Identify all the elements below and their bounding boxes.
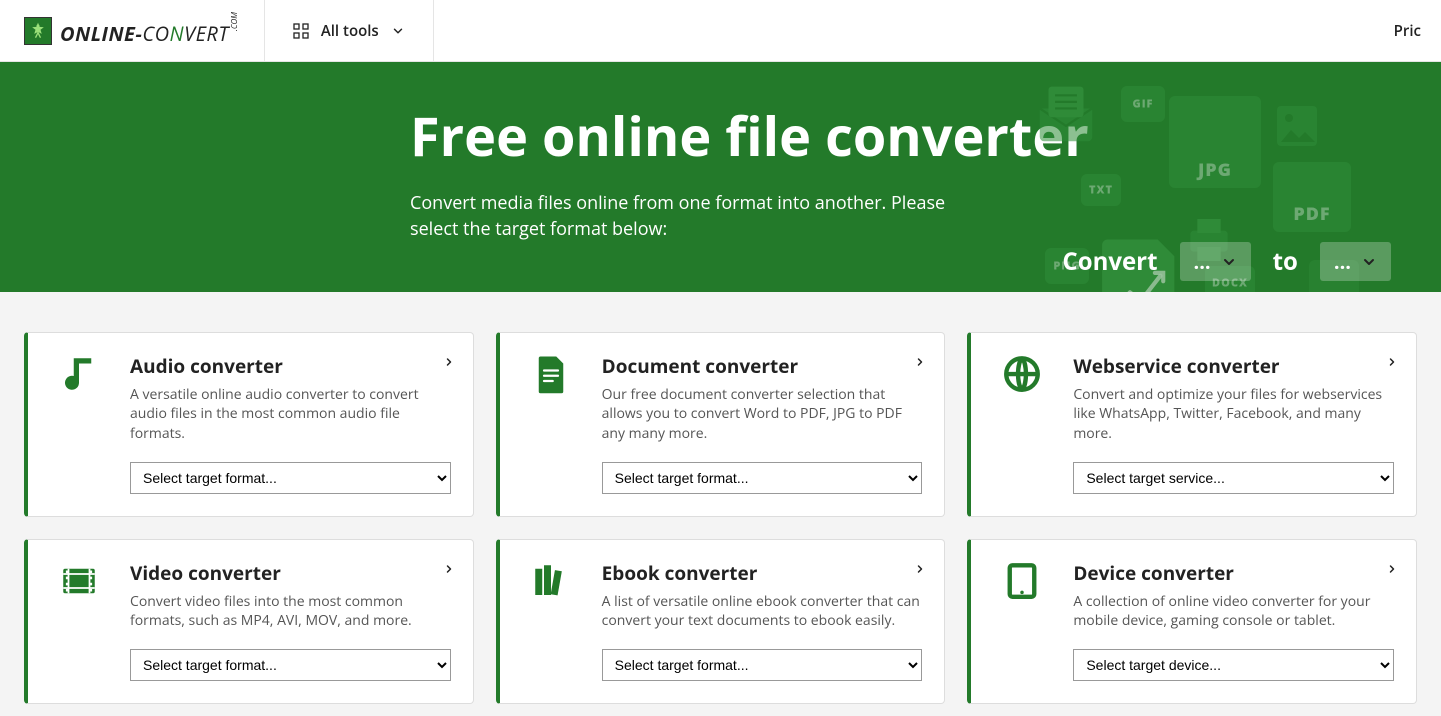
tablet-icon xyxy=(993,560,1051,681)
chevron-right-icon xyxy=(1386,351,1398,373)
pricing-link[interactable]: Pric xyxy=(1394,21,1441,41)
card-select[interactable]: Select target format... xyxy=(130,462,451,494)
card-webservice[interactable]: Webservice converter Convert and optimiz… xyxy=(967,332,1417,517)
card-title: Ebook converter xyxy=(602,560,923,586)
document-icon xyxy=(522,353,580,494)
card-desc: A list of versatile online ebook convert… xyxy=(602,592,923,631)
card-document[interactable]: Document converter Our free document con… xyxy=(496,332,946,517)
logo[interactable]: ONLINE-CONVERT.COM xyxy=(0,0,264,61)
card-select[interactable]: Select target format... xyxy=(130,649,451,681)
logo-text: ONLINE-CONVERT.COM xyxy=(60,14,240,47)
card-audio[interactable]: Audio converter A versatile online audio… xyxy=(24,332,474,517)
card-desc: Convert video files into the most common… xyxy=(130,592,451,631)
chevron-down-icon xyxy=(391,24,405,38)
card-desc: Our free document converter selection th… xyxy=(602,385,923,444)
card-ebook[interactable]: Ebook converter A list of versatile onli… xyxy=(496,539,946,704)
card-device[interactable]: Device converter A collection of online … xyxy=(967,539,1417,704)
card-video[interactable]: Video converter Convert video files into… xyxy=(24,539,474,704)
hero: GIF JPG PDF TXT PNG DOCX Free online fil… xyxy=(0,62,1441,292)
convert-to-select[interactable]: ... xyxy=(1320,242,1391,281)
card-title: Device converter xyxy=(1073,560,1394,586)
top-bar: ONLINE-CONVERT.COM All tools Pric xyxy=(0,0,1441,62)
grid-icon xyxy=(293,23,309,39)
card-select[interactable]: Select target service... xyxy=(1073,462,1394,494)
chevron-down-icon xyxy=(1361,254,1377,270)
chevron-right-icon xyxy=(443,558,455,580)
chevron-down-icon xyxy=(1221,254,1237,270)
card-title: Audio converter xyxy=(130,353,451,379)
card-title: Document converter xyxy=(602,353,923,379)
convert-row: Convert ... to ... xyxy=(1062,242,1391,281)
chevron-right-icon xyxy=(914,558,926,580)
logo-mark-icon xyxy=(24,17,52,45)
convert-from-select[interactable]: ... xyxy=(1180,242,1251,281)
hero-title: Free online file converter xyxy=(410,106,1410,165)
chevron-right-icon xyxy=(1386,558,1398,580)
card-title: Video converter xyxy=(130,560,451,586)
books-icon xyxy=(522,560,580,681)
globe-icon xyxy=(993,353,1051,494)
chevron-right-icon xyxy=(914,351,926,373)
card-select[interactable]: Select target format... xyxy=(602,462,923,494)
card-desc: A versatile online audio converter to co… xyxy=(130,385,451,444)
all-tools-menu[interactable]: All tools xyxy=(264,0,434,61)
card-grid: Audio converter A versatile online audio… xyxy=(0,292,1441,704)
to-label: to xyxy=(1273,245,1298,278)
card-title: Webservice converter xyxy=(1073,353,1394,379)
music-icon xyxy=(50,353,108,494)
hero-subtitle: Convert media files online from one form… xyxy=(410,191,950,241)
convert-label: Convert xyxy=(1062,245,1157,278)
card-select[interactable]: Select target device... xyxy=(1073,649,1394,681)
card-desc: A collection of online video converter f… xyxy=(1073,592,1394,631)
card-desc: Convert and optimize your files for webs… xyxy=(1073,385,1394,444)
chevron-right-icon xyxy=(443,351,455,373)
card-select[interactable]: Select target format... xyxy=(602,649,923,681)
all-tools-label: All tools xyxy=(321,21,379,41)
film-icon xyxy=(50,560,108,681)
